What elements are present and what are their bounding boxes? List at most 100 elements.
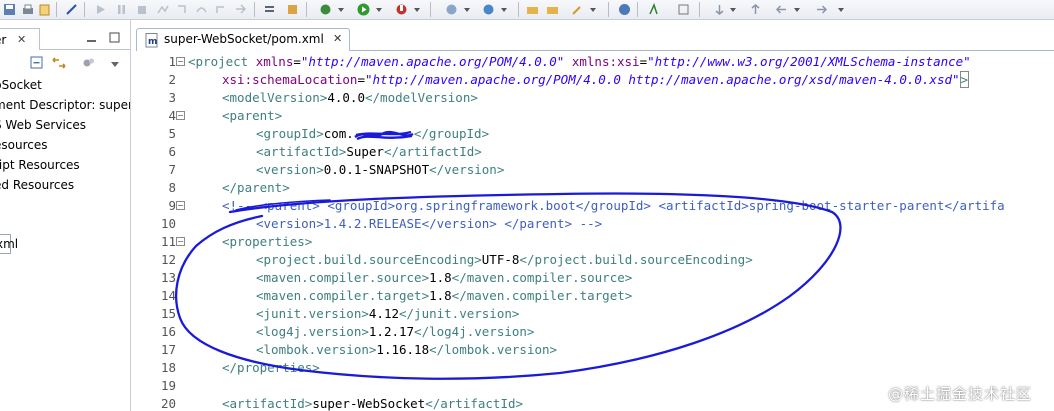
- project-explorer-tab[interactable]: er ✕: [0, 28, 40, 50]
- forward-icon[interactable]: [814, 2, 828, 16]
- tree-item-deployment-descriptor[interactable]: ment Descriptor: super: [0, 96, 130, 114]
- selected-file-item[interactable]: xml: [0, 234, 18, 254]
- toolbar-separator: [84, 2, 85, 17]
- xml-tag: </junit.version>: [399, 306, 520, 321]
- line-number: 3: [168, 90, 176, 105]
- fold-toggle-icon[interactable]: −: [176, 201, 185, 210]
- xml-tag: </maven.compiler.target>: [451, 288, 633, 303]
- chevron-down-icon[interactable]: [338, 8, 344, 12]
- maximize-icon[interactable]: [109, 32, 121, 47]
- tree-item-project[interactable]: bSocket: [0, 76, 42, 94]
- xml-text: Super: [346, 144, 384, 159]
- xml-tag: <maven.compiler.target>: [256, 288, 430, 303]
- code-line: <lombok.version>1.16.18</lombok.version>: [256, 341, 557, 359]
- editor-tab-label: super-WebSocket/pom.xml: [164, 32, 324, 46]
- browser-icon[interactable]: [617, 2, 631, 16]
- code-area[interactable]: <project xmlns="http://maven.apache.org/…: [188, 53, 1054, 411]
- xml-string: "http://maven.apache.org/POM/4.0.0": [300, 54, 565, 69]
- xml-tag: <log4j.version>: [256, 324, 369, 339]
- tree-item-web-services[interactable]: S Web Services: [0, 116, 86, 134]
- link-with-editor-icon[interactable]: [51, 56, 67, 73]
- chevron-down-icon[interactable]: [838, 8, 844, 12]
- open-resource-icon[interactable]: [545, 2, 559, 16]
- skip-breakpoints-icon[interactable]: [64, 2, 78, 16]
- toggle-mark-occurrences-icon[interactable]: [646, 2, 660, 16]
- debug-icon[interactable]: [318, 2, 332, 16]
- panel-header-line: [40, 49, 130, 50]
- xml-comment: <version>1.4.2.RELEASE</version> </paren…: [256, 216, 603, 231]
- open-task-icon[interactable]: [37, 2, 51, 16]
- close-icon[interactable]: ✕: [333, 32, 342, 45]
- code-line: <groupId>com. </groupId>: [256, 125, 489, 143]
- fold-toggle-icon[interactable]: −: [176, 57, 185, 66]
- code-line: <project.build.sourceEncoding>UTF-8</pro…: [256, 251, 753, 269]
- xml-string: "http://www.w3.org/2001/XMLSchema-instan…: [647, 54, 971, 69]
- chevron-down-icon[interactable]: [501, 8, 507, 12]
- line-number: 7: [168, 162, 176, 177]
- new-class-icon[interactable]: [481, 2, 495, 16]
- line-number: 11: [160, 234, 176, 249]
- back-icon[interactable]: [774, 2, 788, 16]
- xml-tag: <groupId>: [256, 126, 324, 141]
- code-line: xsi:schemaLocation="http://maven.apache.…: [222, 71, 970, 89]
- xml-equals: =: [639, 54, 648, 69]
- previous-annotation-icon[interactable]: [748, 2, 762, 16]
- chevron-down-icon[interactable]: [376, 8, 382, 12]
- fold-toggle-icon[interactable]: −: [176, 237, 185, 246]
- xml-attribute: xsi:schemaLocation: [222, 72, 358, 87]
- xml-text: 1.8: [429, 288, 452, 303]
- disconnect-icon[interactable]: [155, 2, 169, 16]
- tree-item-javascript-resources[interactable]: ript Resources: [0, 156, 80, 174]
- collapse-all-icon[interactable]: [30, 56, 44, 73]
- server-icon[interactable]: [285, 2, 299, 16]
- tree-item-java-resources[interactable]: esources: [0, 136, 47, 154]
- editor-tab-pom-xml[interactable]: m super-WebSocket/pom.xml ✕: [136, 28, 350, 51]
- minimize-icon[interactable]: [86, 32, 98, 47]
- step-return-icon[interactable]: [213, 2, 227, 16]
- code-line: <project xmlns="http://maven.apache.org/…: [188, 53, 971, 71]
- chevron-down-icon[interactable]: [730, 8, 736, 12]
- show-whitespace-icon[interactable]: [676, 2, 690, 16]
- use-step-filters-icon[interactable]: [262, 2, 276, 16]
- chevron-down-icon[interactable]: [794, 8, 800, 12]
- filter-icon[interactable]: [82, 56, 96, 73]
- xml-text: 0.0.1-SNAPSHOT: [323, 162, 430, 177]
- search-icon[interactable]: [570, 2, 584, 16]
- code-line: <version>0.0.1-SNAPSHOT</version>: [256, 161, 504, 179]
- line-number: 20: [160, 396, 176, 411]
- line-number: 1: [168, 54, 176, 69]
- xml-editor: m super-WebSocket/pom.xml ✕ 1 2 3 4 5 6 …: [136, 20, 1054, 411]
- line-number: 5: [168, 126, 176, 141]
- suspend-icon[interactable]: [114, 2, 128, 16]
- print-icon[interactable]: [20, 2, 34, 16]
- line-number: 6: [168, 144, 176, 159]
- drop-to-frame-icon[interactable]: [233, 2, 247, 16]
- external-tools-icon[interactable]: [394, 2, 408, 16]
- open-type-icon[interactable]: [525, 2, 539, 16]
- terminate-icon[interactable]: [134, 2, 148, 16]
- close-icon[interactable]: ✕: [17, 30, 26, 50]
- step-over-icon[interactable]: [194, 2, 208, 16]
- save-all-icon[interactable]: [2, 2, 16, 16]
- xml-tag: </groupId>: [413, 126, 490, 141]
- line-number-gutter: 1 2 3 4 5 6 7 8 9 10 11 12 13 14 15 16 1…: [136, 53, 186, 411]
- code-line: <properties>: [222, 233, 312, 251]
- xml-tag: </parent>: [222, 180, 290, 195]
- xml-tag: <properties>: [222, 234, 313, 249]
- toolbar-separator: [699, 2, 700, 17]
- xml-text: 1.8: [429, 270, 452, 285]
- view-menu-icon[interactable]: [110, 58, 120, 72]
- chevron-down-icon[interactable]: [464, 8, 470, 12]
- chevron-down-icon[interactable]: [590, 8, 596, 12]
- next-annotation-icon[interactable]: [712, 2, 726, 16]
- chevron-down-icon[interactable]: [414, 8, 420, 12]
- run-icon[interactable]: [356, 2, 370, 16]
- xml-tag: <artifactId>: [256, 144, 347, 159]
- new-wizard-icon[interactable]: [444, 2, 458, 16]
- line-number: 9: [168, 198, 176, 213]
- tree-item-deployed-resources[interactable]: ed Resources: [0, 176, 74, 194]
- step-into-icon[interactable]: [174, 2, 188, 16]
- line-number: 2: [168, 72, 176, 87]
- resume-icon[interactable]: [93, 2, 107, 16]
- fold-toggle-icon[interactable]: −: [176, 111, 185, 120]
